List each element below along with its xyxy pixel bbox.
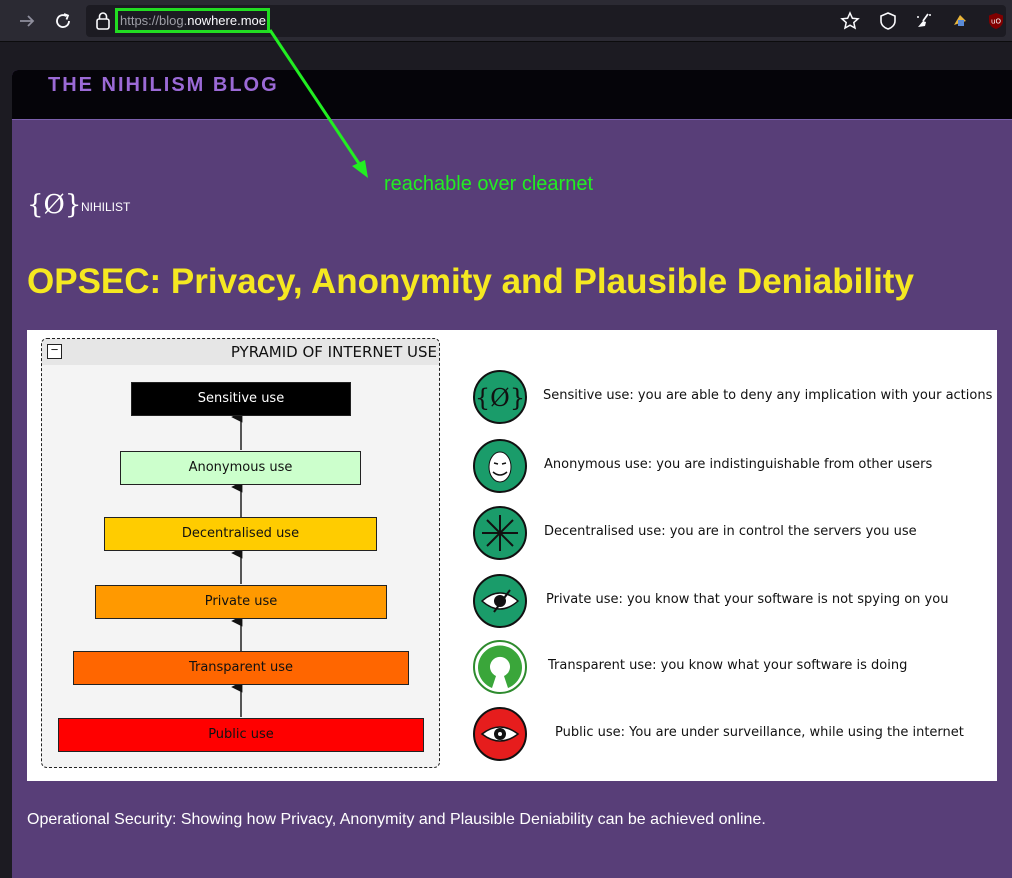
legend-row-transparent: Transparent use: you know what your soft…: [472, 638, 992, 696]
svg-text:uO: uO: [991, 18, 1001, 26]
open-source-icon: [473, 640, 527, 694]
arrow-right-icon: [20, 15, 35, 27]
annotation-label: reachable over clearnet: [384, 173, 594, 195]
legend-text: Sensitive use: you are able to deny any …: [543, 388, 993, 403]
site-title[interactable]: THE NIHILISM BLOG: [48, 74, 279, 97]
broom-icon[interactable]: [914, 11, 934, 31]
reload-button[interactable]: [51, 9, 75, 33]
legend-row-decentralised: Decentralised use: you are in control th…: [472, 504, 992, 562]
post-caption: Operational Security: Showing how Privac…: [27, 811, 766, 828]
legend-text: Private use: you know that your software…: [546, 592, 949, 607]
extension-icon[interactable]: [950, 11, 970, 31]
logo-label[interactable]: NIHILIST: [81, 200, 130, 214]
legend-row-sensitive: {Ø} Sensitive use: you are able to deny …: [472, 368, 992, 426]
guy-fawkes-mask-icon: [473, 439, 527, 493]
pyramid-diagram: − PYRAMID OF INTERNET USE Sensitive use …: [41, 338, 440, 768]
decentralised-network-icon: [473, 506, 527, 560]
ublock-origin-icon[interactable]: uO: [986, 11, 1006, 31]
legend-text: Decentralised use: you are in control th…: [544, 524, 917, 539]
eye-slashed-icon: [473, 574, 527, 628]
bookmark-star-icon[interactable]: [840, 11, 860, 31]
level-transparent: Transparent use: [73, 651, 409, 685]
nihilist-logo[interactable]: {Ø}: [27, 190, 81, 220]
legend-row-public: Public use: You are under surveillance, …: [472, 705, 992, 763]
nihilist-logo-icon: {Ø}: [473, 370, 527, 424]
level-private: Private use: [95, 585, 387, 619]
browser-toolbar: https://blog.nowhere.moe uO: [0, 0, 1012, 42]
level-public: Public use: [58, 718, 424, 752]
pyramid-figure: − PYRAMID OF INTERNET USE Sensitive use …: [27, 330, 997, 781]
url-highlight-box: [115, 8, 270, 33]
site-header: THE NIHILISM BLOG: [12, 70, 1012, 120]
surveillance-eye-icon: [473, 707, 527, 761]
legend-row-anonymous: Anonymous use: you are indistinguishable…: [472, 437, 992, 495]
lock-icon[interactable]: [94, 11, 112, 31]
legend-row-private: Private use: you know that your software…: [472, 572, 992, 630]
reload-icon: [56, 13, 70, 28]
legend-text: Transparent use: you know what your soft…: [548, 658, 908, 673]
level-anonymous: Anonymous use: [120, 451, 361, 485]
level-decentralised: Decentralised use: [104, 517, 377, 551]
post-title: OPSEC: Privacy, Anonymity and Plausible …: [27, 262, 914, 301]
legend-text: Anonymous use: you are indistinguishable…: [544, 457, 933, 472]
shield-icon[interactable]: [878, 11, 898, 31]
level-sensitive: Sensitive use: [131, 382, 351, 416]
legend-text: Public use: You are under surveillance, …: [555, 725, 964, 740]
forward-button[interactable]: [15, 9, 39, 33]
svg-text:{Ø}: {Ø}: [475, 384, 525, 412]
